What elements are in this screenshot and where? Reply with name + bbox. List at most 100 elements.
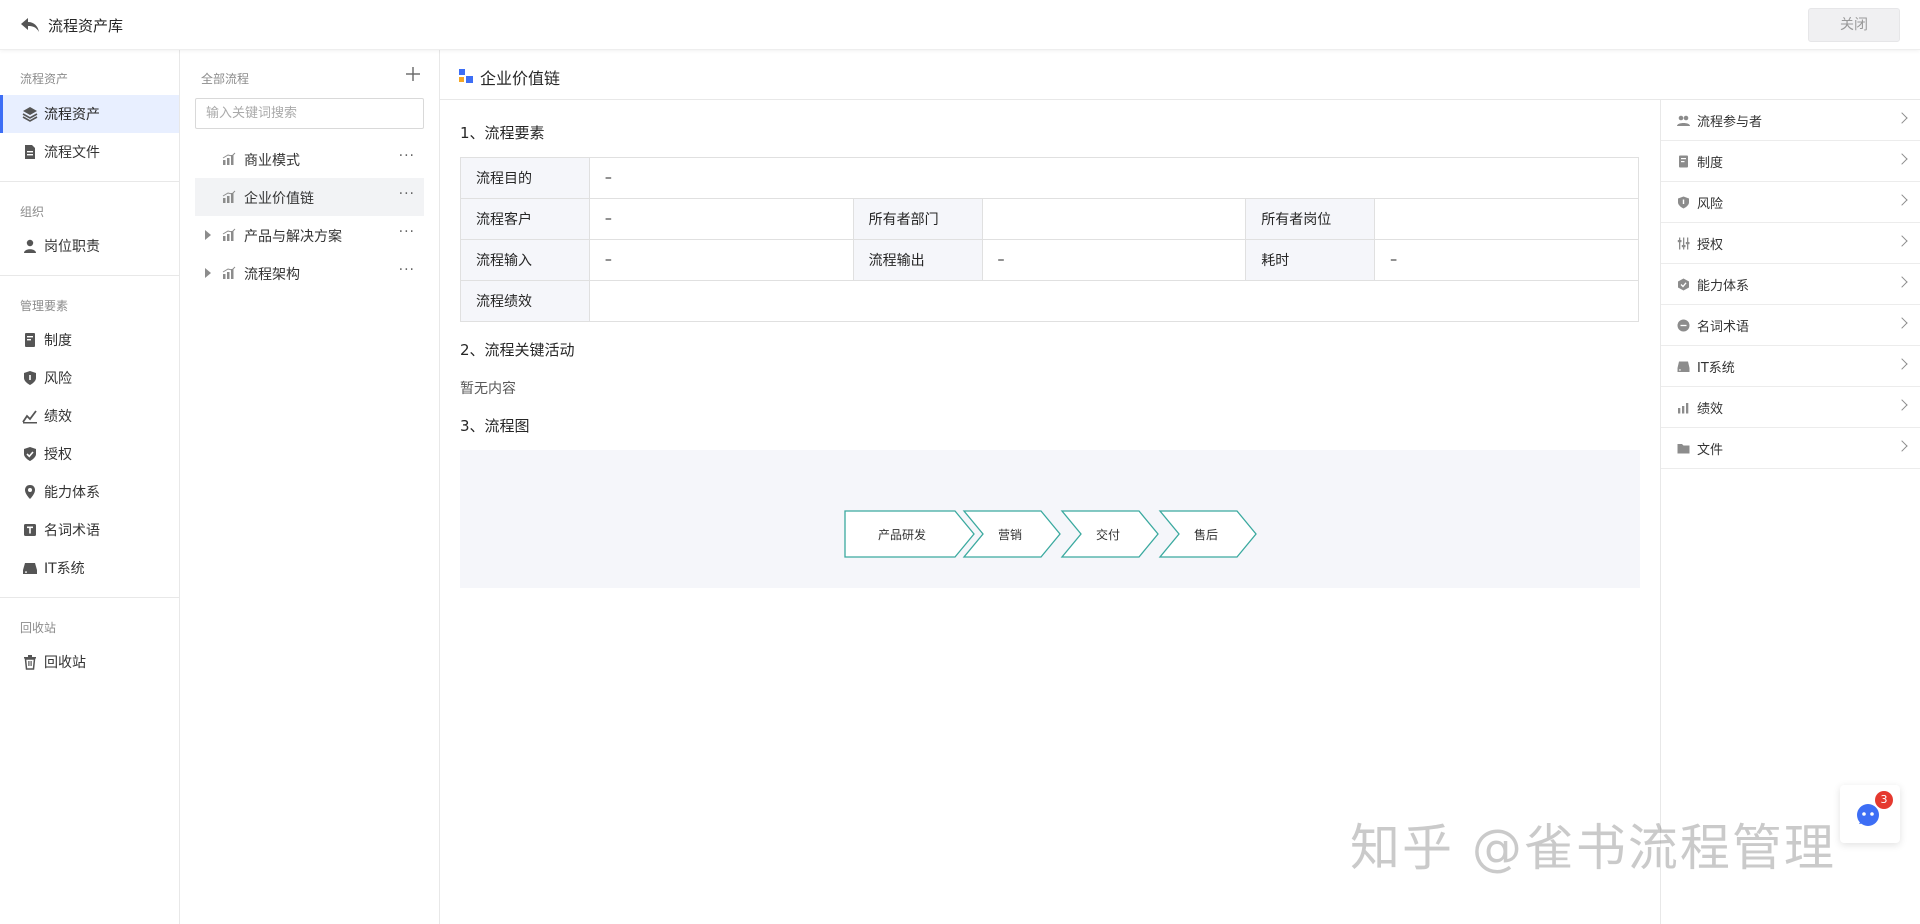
hexagon-icon xyxy=(1678,278,1689,290)
tree-title: 全部流程 xyxy=(201,72,250,86)
chevron-right-icon xyxy=(1896,194,1908,206)
tree-item-business-model[interactable]: 商业模式 ··· xyxy=(195,140,424,178)
main-content: 企业价值链 1、流程要素 流程目的 – 流程客户 – 所有者部门 所有者岗位 流… xyxy=(440,50,1920,924)
sidebar-item-label: 流程资产 xyxy=(44,107,100,123)
sidebar-item-recycle-bin[interactable]: 回收站 xyxy=(0,643,179,681)
process-chart-icon xyxy=(222,152,236,165)
chat-float-button[interactable]: 3 xyxy=(1840,785,1900,843)
document-icon xyxy=(1679,155,1688,167)
sidebar-item-it-system[interactable]: IT系统 xyxy=(0,549,179,587)
more-icon[interactable]: ··· xyxy=(399,148,415,164)
close-button[interactable]: 关闭 xyxy=(1808,8,1900,42)
sidebar-item-label: 授权 xyxy=(44,447,72,463)
tree-item-enterprise-value-chain[interactable]: 企业价值链 ··· xyxy=(195,178,424,216)
table-key: 所有者部门 xyxy=(852,198,983,240)
back-arrow-icon[interactable] xyxy=(20,16,40,34)
sidebar-item-label: 风险 xyxy=(44,371,72,387)
sidebar-item-label: 岗位职责 xyxy=(44,239,100,255)
tree-item-products-solutions[interactable]: 产品与解决方案 ··· xyxy=(195,216,424,254)
table-key: 流程客户 xyxy=(460,198,590,240)
divider xyxy=(0,275,179,276)
expand-caret-icon[interactable] xyxy=(205,230,211,240)
process-chart-icon xyxy=(222,266,236,279)
related-item-label: 流程参与者 xyxy=(1697,114,1763,130)
top-header: 流程资产库 关闭 xyxy=(0,0,1920,50)
diagram-step-1[interactable]: 产品研发 xyxy=(844,510,975,558)
value-chain-diagram: 产品研发 营销 交付 售后 xyxy=(844,510,1257,558)
related-item-glossary[interactable]: 名词术语 xyxy=(1661,305,1920,346)
sidebar-item-performance[interactable]: 绩效 xyxy=(0,397,179,435)
chevron-right-icon xyxy=(1896,153,1908,165)
sidebar-item-policy[interactable]: 制度 xyxy=(0,321,179,359)
sidebar-item-capability[interactable]: 能力体系 xyxy=(0,473,179,511)
left-sidebar: 流程资产 流程资产 流程文件 组织 岗位职责 管理要素 制度 风险 绩效 授权 … xyxy=(0,50,180,924)
nav-group-title: 回收站 xyxy=(20,621,57,635)
related-item-risk[interactable]: 风险 xyxy=(1661,182,1920,223)
server-icon xyxy=(1677,361,1690,372)
table-key: 流程绩效 xyxy=(460,280,590,322)
related-item-label: 授权 xyxy=(1697,237,1724,253)
more-icon[interactable]: ··· xyxy=(399,262,415,278)
related-item-participants[interactable]: 流程参与者 xyxy=(1661,100,1920,141)
plus-icon[interactable] xyxy=(405,66,421,82)
related-item-capability[interactable]: 能力体系 xyxy=(1661,264,1920,305)
related-item-files[interactable]: 文件 xyxy=(1661,428,1920,469)
chevron-right-icon xyxy=(1896,112,1908,124)
chevron-right-icon xyxy=(1896,235,1908,247)
more-icon[interactable]: ··· xyxy=(399,186,415,202)
related-item-label: 绩效 xyxy=(1697,401,1724,417)
layers-icon xyxy=(22,107,38,122)
sidebar-item-positions[interactable]: 岗位职责 xyxy=(0,227,179,265)
chevron-right-icon xyxy=(1896,399,1908,411)
nav-group-title: 组织 xyxy=(20,205,45,219)
related-item-policy[interactable]: 制度 xyxy=(1661,141,1920,182)
watermark-text: 知乎 @雀书流程管理 xyxy=(1350,819,1836,877)
chat-icon xyxy=(1677,319,1690,331)
search-input[interactable] xyxy=(195,98,424,129)
diagram-step-4[interactable]: 售后 xyxy=(1158,510,1257,558)
table-row: 流程目的 – xyxy=(460,157,1640,199)
sidebar-item-risk[interactable]: 风险 xyxy=(0,359,179,397)
expand-caret-icon[interactable] xyxy=(205,268,211,278)
empty-text: 暂无内容 xyxy=(460,381,516,397)
sliders-icon xyxy=(1677,237,1690,249)
diagram-step-label: 产品研发 xyxy=(878,527,926,542)
table-value: – xyxy=(588,198,854,240)
sidebar-item-label: 绩效 xyxy=(44,409,72,425)
diagram-step-3[interactable]: 交付 xyxy=(1060,510,1159,558)
diagram-step-label: 交付 xyxy=(1096,527,1120,542)
shield-icon xyxy=(1678,196,1689,208)
related-item-label: 制度 xyxy=(1697,155,1724,171)
sidebar-item-process-assets[interactable]: 流程资产 xyxy=(0,95,179,133)
related-item-performance[interactable]: 绩效 xyxy=(1661,387,1920,428)
value-chain-icon xyxy=(459,69,473,83)
sidebar-item-authorization[interactable]: 授权 xyxy=(0,435,179,473)
table-row: 流程绩效 xyxy=(460,280,1640,322)
chart-icon xyxy=(22,410,37,424)
related-item-label: 风险 xyxy=(1697,196,1724,212)
document-icon xyxy=(25,333,35,347)
table-value: – xyxy=(1374,239,1639,281)
process-chart-icon xyxy=(222,228,236,241)
table-row: 流程客户 – 所有者部门 所有者岗位 xyxy=(460,198,1639,240)
more-icon[interactable]: ··· xyxy=(399,224,415,240)
sidebar-item-process-files[interactable]: 流程文件 xyxy=(0,133,179,171)
related-item-authorization[interactable]: 授权 xyxy=(1661,223,1920,264)
page-title: 流程资产库 xyxy=(48,17,124,35)
tree-item-process-architecture[interactable]: 流程架构 ··· xyxy=(195,254,424,292)
related-item-it-system[interactable]: IT系统 xyxy=(1661,346,1920,387)
folder-icon xyxy=(1677,443,1690,453)
diagram-step-label: 营销 xyxy=(998,528,1022,542)
table-key: 流程输出 xyxy=(852,239,983,281)
process-title: 企业价值链 xyxy=(480,69,561,88)
sidebar-item-glossary[interactable]: 名词术语 xyxy=(0,511,179,549)
process-chart-icon xyxy=(222,190,236,203)
process-diagram: 产品研发 营销 交付 售后 xyxy=(460,450,1640,588)
section-title-flowchart: 3、流程图 xyxy=(460,417,530,435)
chart-icon xyxy=(1678,402,1689,413)
table-value xyxy=(981,198,1247,240)
chevron-right-icon xyxy=(1896,317,1908,329)
divider xyxy=(0,181,179,182)
diagram-step-2[interactable]: 营销 xyxy=(962,510,1061,558)
map-pin-icon xyxy=(25,485,35,499)
